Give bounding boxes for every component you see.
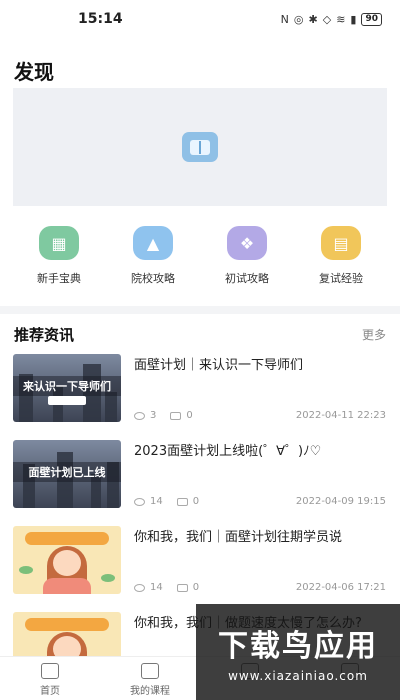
news-section-title: 推荐资讯 <box>14 326 75 344</box>
bluetooth-icon: ✱ <box>308 12 318 26</box>
home-icon <box>41 663 59 679</box>
news-date: 2022-04-06 17:21 <box>295 582 386 593</box>
comment-icon <box>176 583 188 592</box>
quick-links: ▦ 新手宝典 ▲ 院校攻略 ❖ 初试攻略 ▤ 复试经验 <box>0 226 400 296</box>
news-thumbnail: 面壁计划已上线 <box>13 440 121 508</box>
tab-label: 我的课程 <box>130 686 170 697</box>
thumbnail-caption: 来认识一下导师们 <box>13 376 121 396</box>
news-thumbnail <box>13 526 121 594</box>
status-icons: N ◎ ✱ ◇ ≋ ▮ 90 <box>280 12 382 26</box>
quick-link-beginner-guide[interactable]: ▦ 新手宝典 <box>14 226 104 296</box>
mute-icon: ◇ <box>322 12 332 26</box>
page-title: 发现 <box>14 60 54 84</box>
alarm-icon: ◎ <box>293 12 304 26</box>
comment-count: 0 <box>186 410 193 421</box>
documents-icon: ▤ <box>321 226 361 260</box>
view-count: 14 <box>150 582 163 593</box>
view-count: 14 <box>150 496 163 507</box>
banner[interactable] <box>13 88 387 206</box>
news-date: 2022-04-09 19:15 <box>295 496 386 507</box>
compass-icon: ❖ <box>227 226 267 260</box>
more-link[interactable]: 更多 <box>362 326 386 343</box>
eye-icon <box>134 497 145 506</box>
news-meta: 3 0 2022-04-11 22:23 <box>134 410 386 421</box>
status-bar: 15:14 N ◎ ✱ ◇ ≋ ▮ 90 <box>0 0 400 38</box>
tab-my-courses[interactable]: 我的课程 <box>100 657 200 700</box>
section-divider <box>0 306 400 314</box>
quick-link-label: 新手宝典 <box>37 272 81 285</box>
eye-icon <box>134 583 145 592</box>
status-time: 15:14 <box>78 11 123 27</box>
watermark-url: www.xiazainiao.com <box>228 669 368 683</box>
news-date: 2022-04-11 22:23 <box>295 410 386 421</box>
book-icon: ▦ <box>39 226 79 260</box>
nfc-icon: N <box>280 12 289 26</box>
news-thumbnail: 来认识一下导师们 <box>13 354 121 422</box>
quick-link-school-guide[interactable]: ▲ 院校攻略 <box>108 226 198 296</box>
news-meta: 14 0 2022-04-09 19:15 <box>134 496 386 507</box>
signal-icon: ▮ <box>350 12 357 26</box>
view-count: 3 <box>150 410 157 421</box>
thumbnail-caption: 面壁计划已上线 <box>13 462 121 482</box>
comment-icon <box>176 497 188 506</box>
news-title: 面壁计划｜来认识一下导师们 <box>134 358 304 373</box>
news-item[interactable]: 面壁计划已上线 2023面壁计划上线啦(゜∀゜)ﾉ♡ 14 0 2022-04-… <box>0 438 400 524</box>
battery-icon: 90 <box>361 12 382 26</box>
graduation-cap-icon: ▲ <box>133 226 173 260</box>
news-item[interactable]: 来认识一下导师们 面壁计划｜来认识一下导师们 3 0 2022-04-11 22… <box>0 352 400 438</box>
comment-count: 0 <box>192 496 200 507</box>
courses-icon <box>141 663 159 679</box>
watermark-title: 下载鸟应用 <box>218 629 378 664</box>
watermark: 下载鸟应用 www.xiazainiao.com <box>196 604 400 700</box>
wifi-icon: ≋ <box>336 12 346 26</box>
news-section-header: 推荐资讯 更多 <box>14 324 386 345</box>
quick-link-first-exam-guide[interactable]: ❖ 初试攻略 <box>202 226 292 296</box>
quick-link-label: 初试攻略 <box>225 272 269 285</box>
comment-count: 0 <box>192 582 200 593</box>
quick-link-label: 院校攻略 <box>131 272 175 285</box>
app-logo-icon <box>182 132 218 162</box>
comment-icon <box>170 411 182 420</box>
news-title: 2023面壁计划上线啦(゜∀゜)ﾉ♡ <box>134 444 322 459</box>
quick-link-retest-experience[interactable]: ▤ 复试经验 <box>296 226 386 296</box>
news-item[interactable]: 你和我，我们｜面壁计划往期学员说 14 0 2022-04-06 17:21 <box>0 524 400 610</box>
news-meta: 14 0 2022-04-06 17:21 <box>134 582 386 593</box>
tab-home[interactable]: 首页 <box>0 657 100 700</box>
quick-link-label: 复试经验 <box>319 272 363 285</box>
eye-icon <box>134 411 145 420</box>
tab-label: 首页 <box>40 686 60 697</box>
news-title: 你和我，我们｜面壁计划往期学员说 <box>134 530 343 545</box>
